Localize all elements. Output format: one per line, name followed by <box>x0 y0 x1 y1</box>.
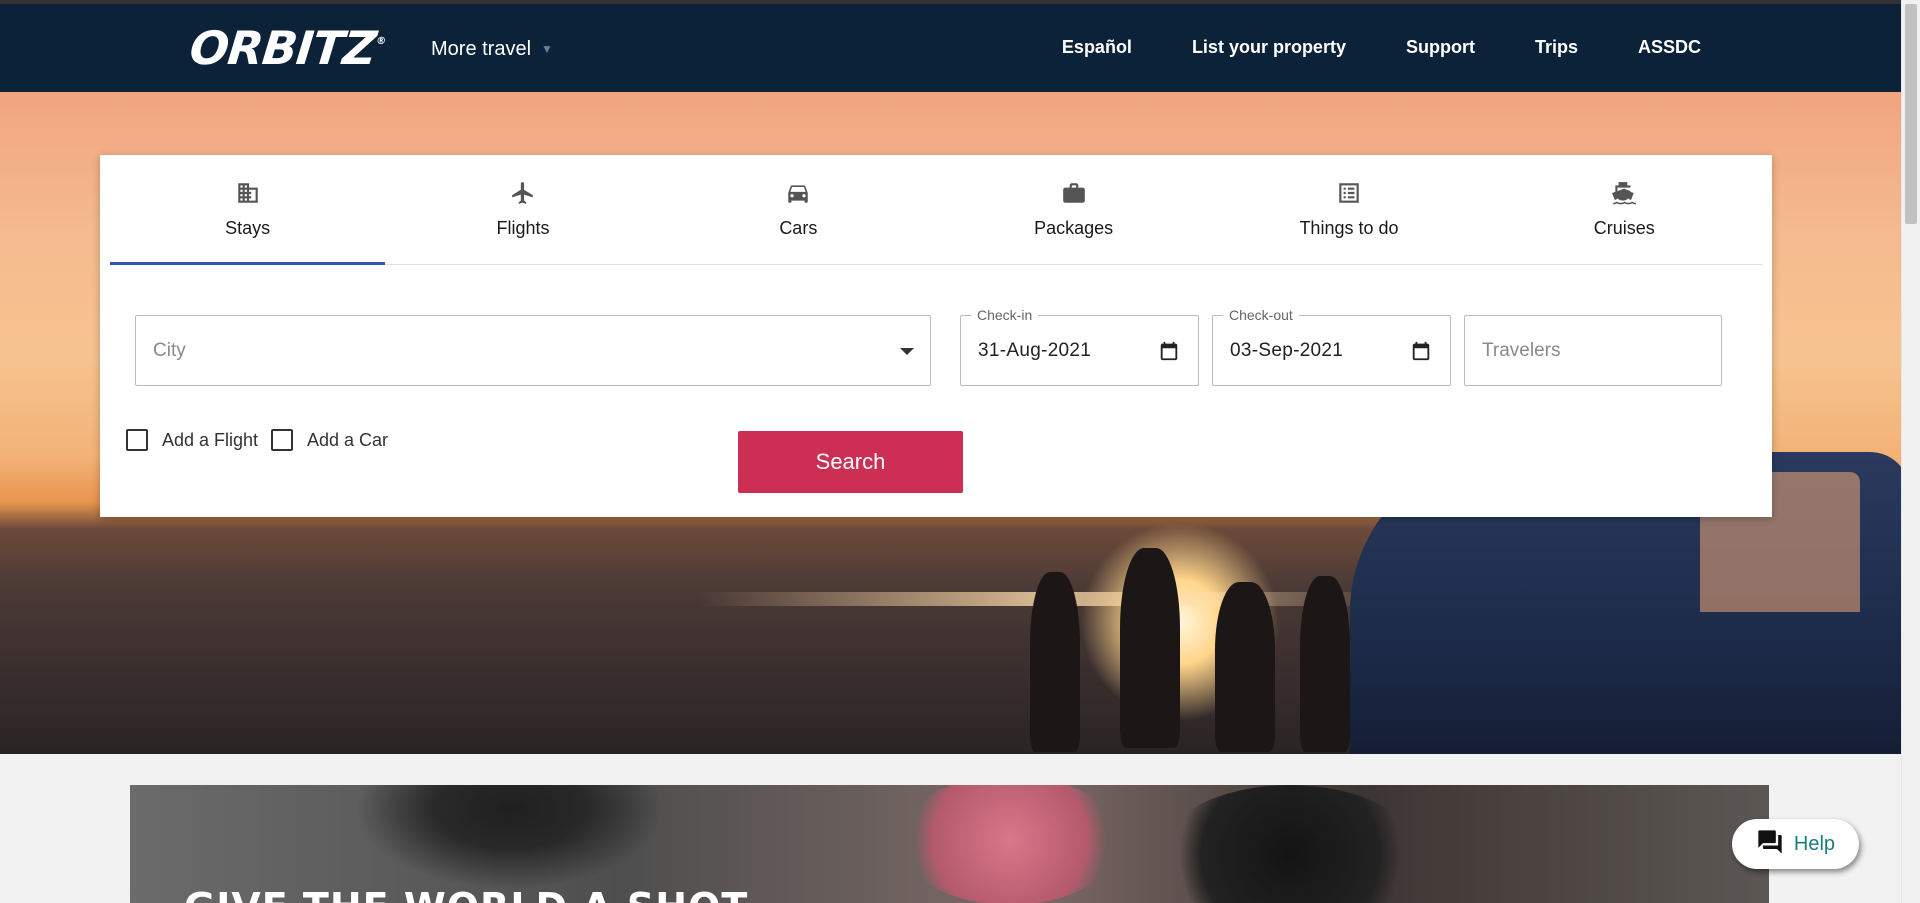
chat-icon <box>1756 828 1784 861</box>
checkin-field[interactable]: Check-in 31-Aug-2021 <box>960 306 1199 386</box>
nav-support[interactable]: Support <box>1406 32 1475 62</box>
tab-label: Packages <box>1034 218 1114 238</box>
nav-trips[interactable]: Trips <box>1535 32 1578 62</box>
page-scrollbar[interactable] <box>1901 0 1920 903</box>
ship-icon <box>1610 179 1638 207</box>
calendar-icon[interactable] <box>1158 340 1180 367</box>
add-flight-label: Add a Flight <box>162 429 259 450</box>
scrollbar-thumb[interactable] <box>1905 4 1917 224</box>
list-icon <box>1335 179 1363 207</box>
tab-label: Flights <box>496 218 550 238</box>
add-car-checkbox[interactable]: Add a Car <box>271 429 388 451</box>
city-select[interactable]: City <box>135 315 931 386</box>
building-icon <box>234 179 262 207</box>
car-icon <box>784 179 812 207</box>
promo-banner[interactable]: GIVE THE WORLD A SHOT <box>130 785 1769 903</box>
nav-list-your-property[interactable]: List your property <box>1192 32 1346 62</box>
orbitz-logo[interactable]: ORBITZ® <box>187 21 386 75</box>
checkbox-box[interactable] <box>271 429 293 451</box>
search-card: Stays Flights Cars Packages Things to do <box>100 155 1772 517</box>
promo-title: GIVE THE WORLD A SHOT <box>184 885 748 903</box>
more-travel-menu[interactable]: More travel ▼ <box>431 34 553 64</box>
promo-person <box>1160 785 1420 903</box>
city-placeholder: City <box>153 340 186 361</box>
tab-cars[interactable]: Cars <box>661 155 936 264</box>
hero-person <box>1120 548 1180 748</box>
nav-espanol[interactable]: Español <box>1062 32 1132 62</box>
search-tabs: Stays Flights Cars Packages Things to do <box>110 155 1762 265</box>
chevron-down-icon: ▼ <box>541 42 553 56</box>
promo-person <box>900 785 1120 903</box>
checkout-field[interactable]: Check-out 03-Sep-2021 <box>1212 306 1451 386</box>
dropdown-caret-icon <box>900 348 914 355</box>
hero-person <box>1030 572 1080 752</box>
travelers-placeholder: Travelers <box>1482 340 1561 361</box>
header-nav: Español List your property Support Trips… <box>1062 32 1701 62</box>
tab-label: Stays <box>225 218 271 238</box>
add-flight-checkbox[interactable]: Add a Flight <box>126 429 258 451</box>
tab-packages[interactable]: Packages <box>936 155 1211 264</box>
help-button[interactable]: Help <box>1732 819 1859 869</box>
tab-label: Cruises <box>1593 218 1655 238</box>
checkout-value: 03-Sep-2021 <box>1230 340 1344 361</box>
hero-person <box>1300 576 1350 752</box>
nav-account[interactable]: ASSDC <box>1638 32 1701 62</box>
calendar-icon[interactable] <box>1410 340 1432 367</box>
tab-label: Cars <box>779 218 818 238</box>
tab-label: Things to do <box>1299 218 1399 238</box>
travelers-field[interactable]: Travelers <box>1464 315 1722 386</box>
hero-person <box>1215 582 1275 752</box>
checkbox-box[interactable] <box>126 429 148 451</box>
more-travel-label: More travel <box>431 38 532 60</box>
suitcase-icon <box>1060 179 1088 207</box>
add-car-label: Add a Car <box>307 429 389 450</box>
tab-flights[interactable]: Flights <box>385 155 660 264</box>
checkin-value: 31-Aug-2021 <box>978 340 1092 361</box>
tab-cruises[interactable]: Cruises <box>1487 155 1762 264</box>
airplane-icon <box>509 179 537 207</box>
site-header: ORBITZ® More travel ▼ Español List your … <box>0 4 1901 92</box>
help-label: Help <box>1793 832 1836 855</box>
search-button[interactable]: Search <box>738 431 963 493</box>
tab-stays[interactable]: Stays <box>110 155 386 265</box>
tab-things-to-do[interactable]: Things to do <box>1211 155 1486 264</box>
